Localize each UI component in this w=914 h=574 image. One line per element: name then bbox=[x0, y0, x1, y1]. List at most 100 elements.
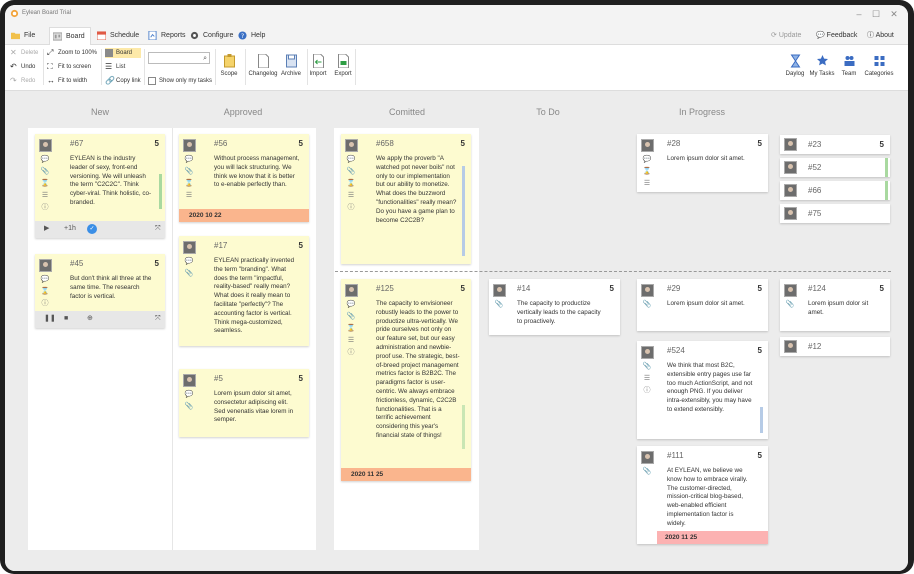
card-45[interactable]: #45 5 💬 ⌛ ⓘ But don't think all three at t… bbox=[35, 254, 165, 328]
comment-icon: 💬 bbox=[40, 156, 50, 163]
board-view-button[interactable]: Board bbox=[105, 48, 141, 58]
stop-icon[interactable]: ■ bbox=[64, 314, 68, 324]
team-button[interactable]: Team bbox=[834, 54, 864, 77]
card-id: #524 bbox=[667, 346, 685, 355]
tab-schedule[interactable]: Schedule bbox=[94, 27, 144, 45]
avatar bbox=[641, 346, 654, 359]
search-input[interactable]: ⌕ bbox=[148, 52, 210, 64]
avatar bbox=[641, 284, 654, 297]
play-icon[interactable]: ▶ bbox=[44, 224, 49, 234]
card-56[interactable]: #56 5 💬 📎 ⌛ ☰ Without process management, y… bbox=[179, 134, 309, 222]
my-tasks-label: My Tasks bbox=[809, 71, 835, 77]
card-side-icons: 📎 bbox=[642, 466, 652, 478]
card-67[interactable]: #67 5 💬 📎 ⌛ ☰ ⓘ EYLEAN is the industry leade… bbox=[35, 134, 165, 238]
card-points: 5 bbox=[609, 284, 614, 293]
card-52[interactable]: #52 bbox=[780, 158, 890, 177]
speech-bubble-icon: 💬 bbox=[816, 32, 827, 39]
tab-configure[interactable]: Configure bbox=[187, 27, 239, 45]
card-id: #52 bbox=[808, 163, 822, 172]
card-id: #29 bbox=[667, 284, 681, 293]
minimize-button[interactable]: – bbox=[852, 8, 866, 20]
comment-icon: 💬 bbox=[184, 156, 194, 163]
swimlane-divider bbox=[335, 271, 891, 272]
archive-button[interactable]: Archive bbox=[276, 54, 306, 77]
calendar-icon bbox=[97, 31, 106, 40]
card-timer-controls: ▶ +1h ✓ ⤧ bbox=[35, 221, 165, 238]
card-17[interactable]: #17 5 💬 📎 EYLEAN practically invented the… bbox=[179, 236, 309, 346]
expand-icon[interactable]: ⤧ bbox=[155, 224, 161, 234]
card-5[interactable]: #5 5 💬 📎 Lorem ipsum dolor sit amet, cons… bbox=[179, 369, 309, 437]
close-button[interactable]: ✕ bbox=[887, 8, 901, 20]
card-124[interactable]: #124 5 📎 Lorem ipsum dolor sit amet. bbox=[780, 279, 890, 331]
delete-label: Delete bbox=[21, 50, 39, 56]
card-side-icons: 📎 ☰ ⓘ bbox=[642, 361, 652, 397]
zoom-100-button[interactable]: ⤢ Zoom to 100% bbox=[47, 48, 97, 58]
info-icon: ⓘ bbox=[867, 32, 876, 39]
card-28[interactable]: #28 5 💬 ⌛ ☰ Lorem ipsum dolor sit amet. bbox=[637, 134, 768, 192]
card-75[interactable]: #75 bbox=[780, 204, 890, 223]
ribbon-separator bbox=[144, 49, 145, 85]
pause-icon[interactable]: ❚❚ bbox=[44, 314, 56, 324]
card-66[interactable]: #66 bbox=[780, 181, 890, 200]
delete-button[interactable]: ✕ Delete bbox=[10, 48, 38, 58]
feedback-button[interactable]: 💬 Feedback bbox=[816, 27, 857, 45]
my-tasks-button[interactable]: My Tasks bbox=[807, 54, 837, 77]
card-text: At EYLEAN, we believe we know how to emb… bbox=[667, 467, 748, 527]
show-only-my-tasks-checkbox[interactable]: Show only my tasks bbox=[148, 76, 212, 86]
card-125[interactable]: #125 5 💬 📎 ⌛ ☰ ⓘ The capacity to envisioneer… bbox=[341, 279, 471, 481]
maximize-button[interactable]: ☐ bbox=[869, 8, 883, 20]
avatar bbox=[39, 259, 52, 272]
card-side-icons: 💬 📎 ⌛ ☰ ⓘ bbox=[346, 299, 356, 359]
card-658[interactable]: #658 5 💬 📎 ⌛ ☰ ⓘ We apply the proverb "A wat… bbox=[341, 134, 471, 264]
update-button[interactable]: ⟳ Update bbox=[771, 27, 801, 45]
about-button[interactable]: ⓘ About bbox=[867, 27, 894, 45]
card-points: 5 bbox=[757, 451, 762, 460]
tab-file[interactable]: File bbox=[8, 27, 42, 45]
info-icon: ⓘ bbox=[347, 349, 355, 356]
daylog-button[interactable]: Daylog bbox=[780, 54, 810, 77]
ribbon-separator bbox=[245, 49, 246, 85]
add-icon[interactable]: ⊕ bbox=[87, 314, 93, 324]
progress-bar bbox=[462, 405, 465, 449]
undo-button[interactable]: ↶ Undo bbox=[10, 62, 35, 72]
card-id: #23 bbox=[808, 140, 822, 149]
copy-link-button[interactable]: 🔗 Copy link bbox=[105, 76, 141, 86]
avatar bbox=[641, 139, 654, 152]
attachment-icon: 📎 bbox=[642, 301, 652, 308]
checkmark-icon[interactable]: ✓ bbox=[87, 224, 97, 234]
fit-screen-button[interactable]: ⛶ Fit to screen bbox=[47, 62, 91, 72]
fit-width-button[interactable]: ↔ Fit to width bbox=[47, 76, 87, 86]
redo-button[interactable]: ↷ Redo bbox=[10, 76, 35, 86]
list-icon: ☰ bbox=[105, 62, 113, 71]
card-side-icons: 📎 bbox=[642, 299, 652, 311]
card-12[interactable]: #12 bbox=[780, 337, 890, 356]
feedback-label: Feedback bbox=[826, 32, 858, 39]
list-view-button[interactable]: ☰ List bbox=[105, 62, 125, 72]
list-icon: ☰ bbox=[347, 337, 355, 344]
copy-link-label: Copy link bbox=[116, 78, 141, 84]
tab-help[interactable]: ? Help bbox=[235, 27, 271, 45]
svg-text:?: ? bbox=[241, 33, 244, 40]
avatar bbox=[345, 284, 358, 297]
scope-button[interactable]: Scope bbox=[214, 54, 244, 77]
tab-board[interactable]: Board bbox=[49, 27, 91, 45]
export-button[interactable]: Export bbox=[328, 54, 358, 77]
card-29[interactable]: #29 5 📎 Lorem ipsum dolor sit amet. bbox=[637, 279, 768, 331]
redo-icon: ↷ bbox=[10, 76, 17, 85]
card-14[interactable]: #14 5 📎 The capacity to productize verti… bbox=[489, 279, 620, 335]
comment-icon: 💬 bbox=[642, 156, 652, 163]
tab-reports[interactable]: Reports bbox=[145, 27, 189, 45]
team-icon bbox=[844, 56, 854, 66]
expand-icon[interactable]: ⤧ bbox=[155, 314, 161, 324]
card-524[interactable]: #524 5 📎 ☰ ⓘ We think that most B2C, exten… bbox=[637, 341, 768, 439]
card-side-icons: 💬 📎 ⌛ ☰ bbox=[184, 154, 194, 202]
card-23[interactable]: #23 5 bbox=[780, 135, 890, 154]
list-icon: ☰ bbox=[643, 375, 651, 382]
card-111[interactable]: #111 5 📎 At EYLEAN, we believe we know h… bbox=[637, 446, 768, 544]
due-date-badge: 2020 11 25 bbox=[341, 468, 471, 481]
categories-button[interactable]: Categories bbox=[864, 54, 894, 77]
help-icon: ? bbox=[238, 31, 247, 40]
changelog-button[interactable]: Changelog bbox=[248, 54, 278, 77]
comment-icon: 💬 bbox=[184, 391, 194, 398]
avatar bbox=[784, 138, 797, 151]
